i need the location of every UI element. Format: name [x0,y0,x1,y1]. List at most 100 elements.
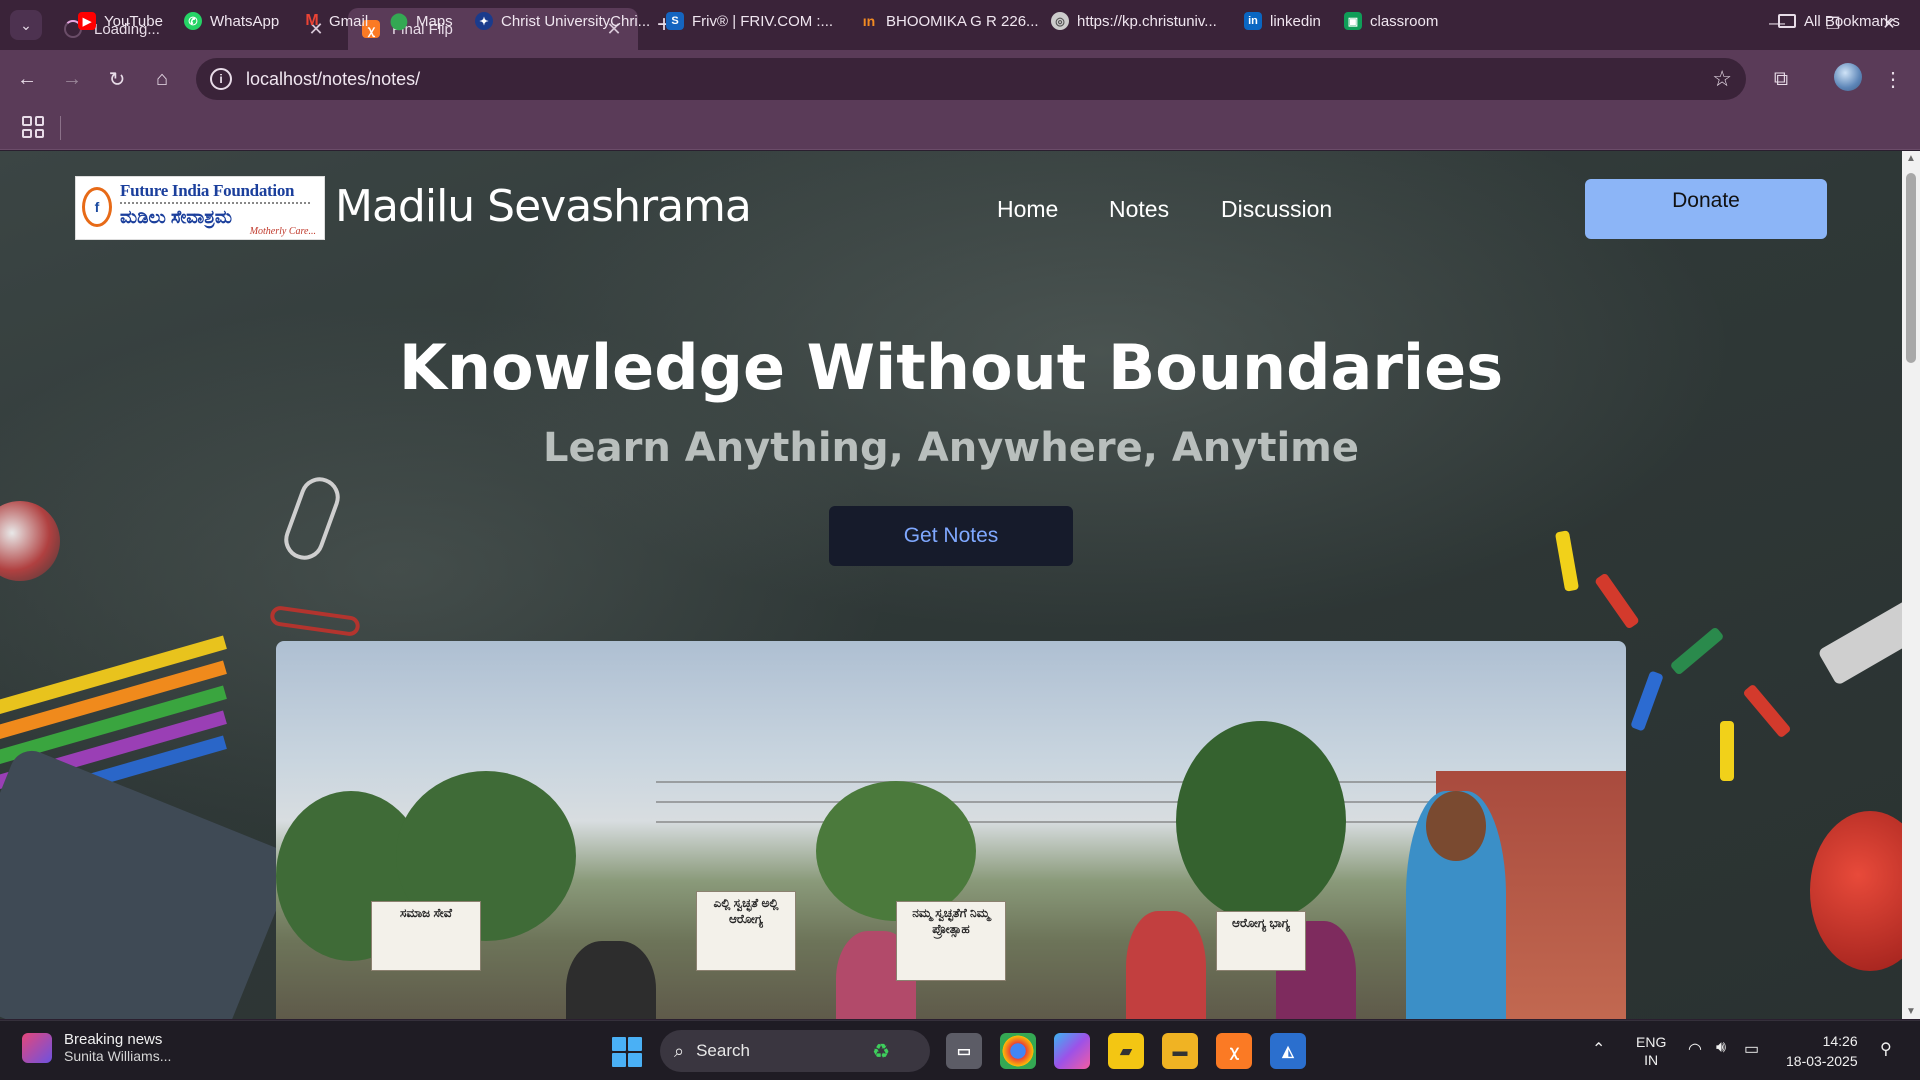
paperclip-decor-red [269,604,361,638]
sticky-notes-icon[interactable]: ▰ [1108,1033,1144,1069]
forward-button[interactable]: → [55,62,89,96]
bookmark-label: WhatsApp [210,12,280,30]
foundation-emblem-icon: f [82,187,112,227]
back-button[interactable]: ← [10,62,44,96]
bookmark-label: Christ UniversityChri... [501,12,651,30]
search-label: Search [696,1041,750,1060]
recycle-icon: ♻ [872,1040,890,1063]
news-icon [22,1032,52,1063]
eraser-decor [1817,596,1902,686]
pushpin-decor [1720,721,1734,781]
chrome-icon[interactable] [1000,1033,1036,1069]
site-logo[interactable]: f Future India Foundation ಮಡಿಲು ಸೇವಾಶ್ರಮ… [75,176,325,240]
volume-icon[interactable]: 🔊︎ [1716,1039,1726,1057]
bookmarks-divider [60,116,61,140]
bookmarks-bar [0,108,1920,150]
nav-discussion[interactable]: Discussion [1221,196,1332,223]
address-text: localhost/notes/notes/ [246,68,421,89]
news-title: Breaking news [64,1031,163,1048]
show-hidden-icons-chevron-icon[interactable]: ⌃ [1592,1039,1605,1059]
bookmark-label: Gmail [329,12,369,30]
extensions-icon[interactable]: ⧉ [1764,62,1798,96]
pushpin-decor [1742,683,1792,739]
bookmark-classroom[interactable]: ▣ classroom [1344,8,1438,34]
reload-button[interactable]: ↻ [100,62,134,96]
person [1126,911,1206,1019]
tree [816,781,976,921]
xampp-icon[interactable]: ꭓ [1216,1033,1252,1069]
all-bookmarks-button[interactable]: All Bookmarks [1778,8,1900,34]
profile-avatar[interactable] [1834,63,1862,91]
person-head [1426,791,1486,861]
chevron-down-icon: ⌄ [20,16,32,33]
language-indicator[interactable]: ENG IN [1636,1033,1666,1069]
paperclip-decor [278,471,346,566]
globe-icon: ◎ [1051,12,1069,30]
bookmark-whatsapp[interactable]: ✆ WhatsApp [184,8,279,34]
clock[interactable]: 14:26 18-03-2025 [1786,1031,1858,1071]
reload-icon: ↻ [108,68,126,91]
wifi-icon[interactable]: ◠ [1688,1039,1702,1059]
search-icon: ⌕ [674,1040,685,1061]
bookmark-maps[interactable]: ⬤ Maps [390,8,453,34]
scroll-down-arrow-icon[interactable]: ▼ [1905,1006,1917,1017]
logo-kannada-name: ಮಡಿಲು ಸೇವಾಶ್ರಮ [120,207,232,227]
bookmark-linkedin[interactable]: in linkedin [1244,8,1321,34]
get-notes-button[interactable]: Get Notes [829,506,1073,566]
bookmark-christ-university[interactable]: ✦ Christ UniversityChri... [475,8,650,34]
barbed-wire [656,821,1476,823]
calculator-decor [0,744,298,1019]
address-bar[interactable]: i localhost/notes/notes/ ☆ [196,58,1746,100]
taskbar-search[interactable]: ⌕ Search ♻ [660,1030,930,1072]
task-view-icon[interactable]: ▭ [946,1033,982,1069]
scrollbar-thumb[interactable] [1906,173,1916,363]
menu-kebab-icon[interactable]: ⋮ [1876,62,1910,96]
home-button[interactable]: ⌂ [145,62,179,96]
apps-grid-icon[interactable] [22,116,44,138]
placard: ಆರೋಗ್ಯ ಭಾಗ್ಯ [1216,911,1306,971]
site-info-icon[interactable]: i [210,68,232,90]
logo-org-name: Future India Foundation [120,181,295,200]
forward-arrow-icon: → [62,67,82,90]
bookmark-gmail[interactable]: M Gmail [303,8,368,34]
photos-icon[interactable]: ◭ [1270,1033,1306,1069]
browser-toolbar: ← → ↻ ⌂ i localhost/notes/notes/ ☆ ⧉ ⋮ [0,50,1920,108]
pushpin-decor [1669,626,1725,676]
news-subtitle: Sunita Williams... [64,1048,172,1064]
placard: ನಮ್ಮ ಸ್ವಚ್ಛತೆಗೆ ನಿಮ್ಮ ಪ್ರೋತ್ಸಾಹ [896,901,1006,981]
windows-taskbar: Breaking news Sunita Williams... ⌕ Searc… [0,1020,1920,1080]
battery-icon[interactable]: ▭ [1744,1039,1759,1059]
start-button[interactable] [612,1037,642,1067]
page-viewport: f Future India Foundation ಮಡಿಲು ಸೇವಾಶ್ರಮ… [0,151,1902,1019]
bookmark-star-icon[interactable]: ☆ [1712,66,1732,92]
person [566,941,656,1019]
bookmark-site-icon: ın [862,13,876,29]
nav-notes[interactable]: Notes [1109,196,1169,223]
bookmark-label: classroom [1370,12,1439,30]
bookmark-kp-christ[interactable]: ◎ https://kp.christuniv... [1051,8,1217,34]
home-icon: ⌂ [155,67,169,90]
donate-button[interactable]: Donate [1585,179,1827,239]
pushpin-decor [1630,670,1664,732]
bookmark-youtube[interactable]: ▶ YouTube [78,8,163,34]
scroll-up-arrow-icon[interactable]: ▲ [1905,153,1917,164]
gmail-icon: M [305,12,319,29]
logo-divider [120,202,310,205]
nav-home[interactable]: Home [997,196,1058,223]
logo-tagline: Motherly Care... [249,226,316,237]
bookmark-label: YouTube [104,12,163,30]
news-widget[interactable]: Breaking news Sunita Williams... [22,1031,171,1064]
language-code: ENG [1636,1034,1667,1050]
region-code: IN [1644,1052,1659,1068]
clock-time: 14:26 [1822,1033,1858,1049]
tab-search-button[interactable]: ⌄ [10,10,42,40]
bookmark-label: https://kp.christuniv... [1077,12,1217,30]
bookmark-friv[interactable]: S Friv® | FRIV.COM :... [666,8,833,34]
youtube-icon: ▶ [78,12,96,30]
barbed-wire [656,801,1476,803]
notifications-bell-icon[interactable]: ⚲ [1880,1039,1892,1059]
page-scrollbar[interactable]: ▲ ▼ [1902,151,1920,1019]
file-explorer-icon[interactable]: ▬ [1162,1033,1198,1069]
bookmark-bhoomika[interactable]: ın BHOOMIKA G R 226... [860,8,1039,34]
copilot-icon[interactable] [1054,1033,1090,1069]
